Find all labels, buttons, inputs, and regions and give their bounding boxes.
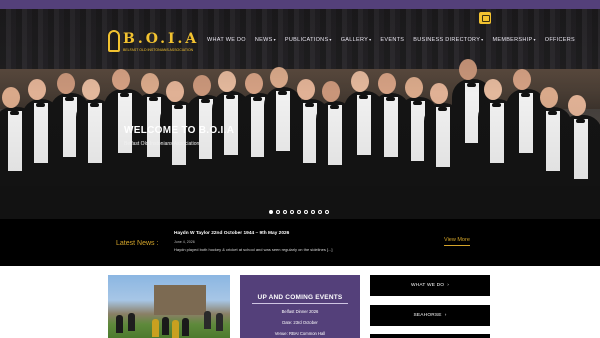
event-name[interactable]: Belfast Dinner 2026 — [240, 309, 360, 314]
event-date: Date: 23rd October — [282, 320, 318, 325]
chevron-down-icon: ▾ — [481, 37, 484, 42]
slider-dot[interactable] — [290, 210, 294, 214]
chevron-down-icon: ▾ — [329, 37, 332, 42]
events-heading: UP AND COMING EVENTS — [257, 294, 343, 301]
event-venue: Venue: RBAI Common Hall — [274, 331, 326, 336]
slider-dot[interactable] — [276, 210, 280, 214]
news-date: June 4, 2026 — [174, 240, 195, 244]
slider-dot[interactable] — [297, 210, 301, 214]
slider-dot[interactable] — [311, 210, 315, 214]
site-logo[interactable]: B.O.I.A BELFAST OLD INSTONIANS ASSOCIATI… — [108, 30, 196, 58]
slider-dot[interactable] — [283, 210, 287, 214]
nav-item-gallery[interactable]: GALLERY▾ — [341, 37, 372, 43]
nav-item-business-directory[interactable]: BUSINESS DIRECTORY▾ — [413, 37, 483, 43]
next-button[interactable] — [370, 334, 490, 338]
logo-text: B.O.I.A — [123, 31, 200, 47]
latest-news-bar: Latest News : Haydn W Taylor 22nd Octobe… — [0, 219, 600, 266]
hero-title: WELCOME TO B.O.I.A — [124, 125, 235, 136]
latest-news-label: Latest News : — [116, 240, 159, 247]
nav-item-officers[interactable]: OFFICERS — [545, 37, 575, 43]
chevron-down-icon: ▾ — [369, 37, 372, 42]
hero-subtitle: Belfast Old Instonians Association — [124, 141, 200, 147]
upcoming-events-panel: UP AND COMING EVENTS Belfast Dinner 2026… — [240, 275, 360, 338]
what-we-do-button[interactable]: WHAT WE DO › — [370, 275, 490, 296]
news-excerpt: Haydn played both hockey & cricket at sc… — [174, 247, 333, 252]
seahorse-emblem-icon — [108, 30, 120, 52]
slider-dot[interactable] — [269, 210, 273, 214]
chevron-down-icon: ▾ — [533, 37, 536, 42]
slider-pagination — [269, 210, 329, 214]
logo-tagline: BELFAST OLD INSTONIANS ASSOCIATION — [123, 48, 194, 52]
nav-item-events[interactable]: EVENTS — [380, 37, 404, 43]
nav-item-membership[interactable]: MEMBERSHIP▾ — [492, 37, 535, 43]
slider-dot[interactable] — [304, 210, 308, 214]
chevron-right-icon: › — [447, 283, 450, 288]
events-divider — [252, 303, 348, 304]
nav-item-what-we-do[interactable]: WHAT WE DO — [207, 37, 246, 43]
slider-dot[interactable] — [325, 210, 329, 214]
sports-photo[interactable] — [108, 275, 230, 338]
nav-item-publications[interactable]: PUBLICATIONS▾ — [285, 37, 332, 43]
chevron-down-icon: ▾ — [273, 37, 276, 42]
top-accent-bar — [0, 0, 600, 9]
news-headline-link[interactable]: Haydn W Taylor 22nd October 1944 – 9th M… — [174, 231, 289, 236]
seahorse-button[interactable]: SEAHORSE › — [370, 305, 490, 326]
cart-icon[interactable] — [479, 12, 491, 24]
photo-building — [154, 285, 206, 315]
nav-item-news[interactable]: NEWS▾ — [255, 37, 276, 43]
main-nav: WHAT WE DO NEWS▾ PUBLICATIONS▾ GALLERY▾ … — [207, 37, 584, 43]
chevron-right-icon: › — [444, 313, 447, 318]
view-more-link[interactable]: View More — [444, 237, 470, 246]
slider-dot[interactable] — [318, 210, 322, 214]
